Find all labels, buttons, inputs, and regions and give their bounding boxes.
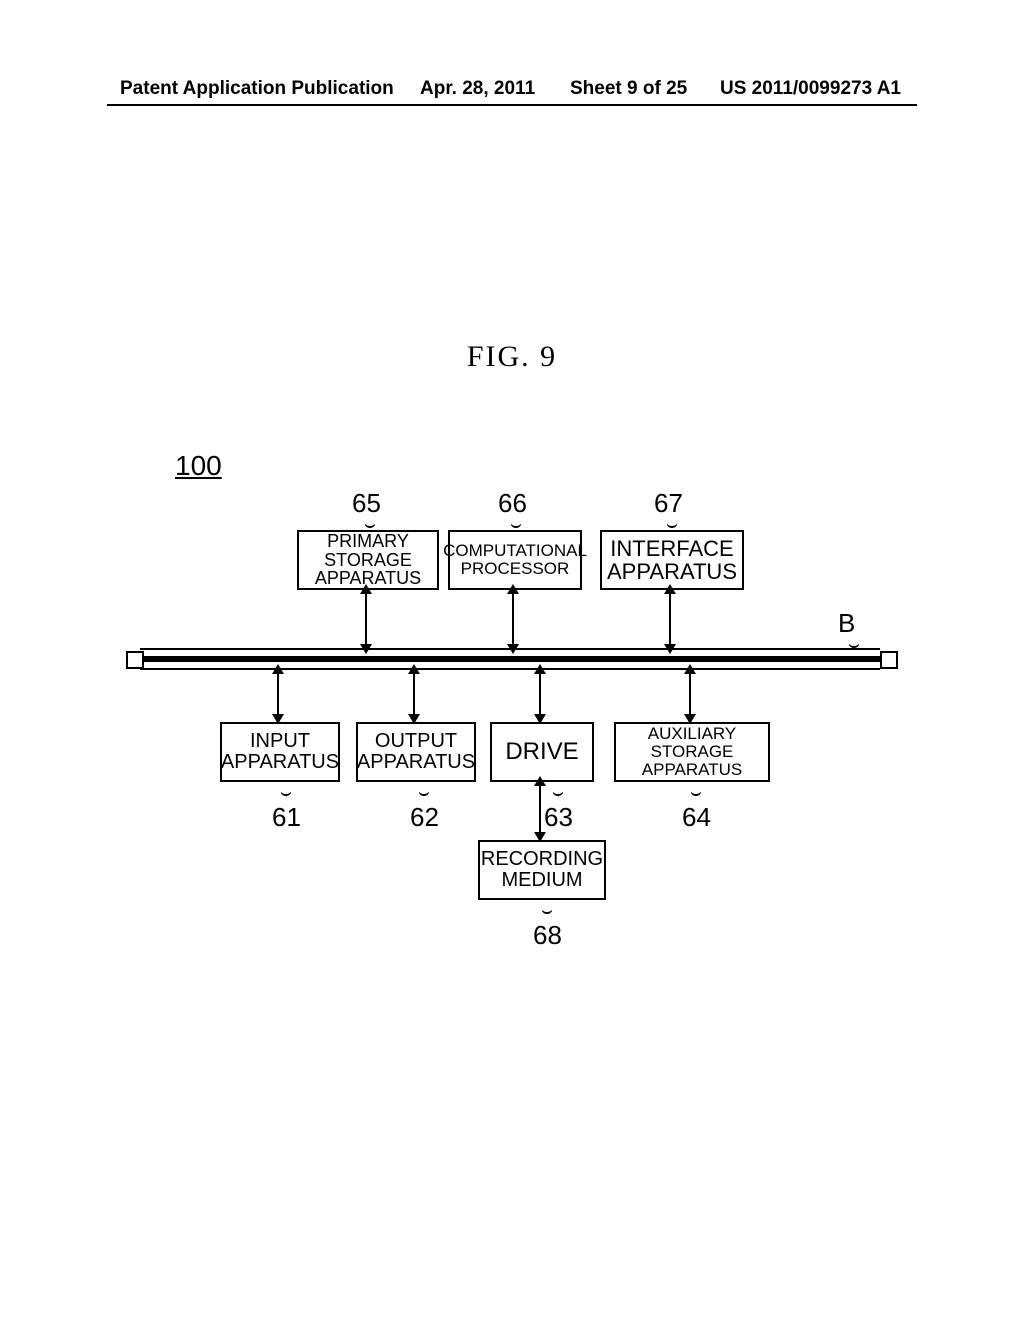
header-rule (107, 104, 917, 106)
figure-title: FIG. 9 (0, 340, 1024, 374)
block-interface-apparatus: INTERFACE APPARATUS (600, 530, 744, 590)
header-code: US 2011/0099273 A1 (720, 78, 901, 100)
block-label: DRIVE (505, 739, 578, 764)
arrow-icon (365, 592, 367, 646)
arrow-icon (512, 592, 514, 646)
block-diagram: 65 ⌣ 66 ⌣ 67 ⌣ PRIMARY STORAGE APPARATUS… (120, 440, 900, 940)
arrow-icon (539, 672, 541, 716)
header-sheet: Sheet 9 of 25 (570, 78, 687, 100)
arrow-icon (539, 784, 541, 834)
bus-line (140, 656, 880, 662)
block-label: APPARATUS (221, 752, 339, 773)
arrow-icon (277, 672, 279, 716)
block-computational-processor: COMPUTATIONAL PROCESSOR (448, 530, 582, 590)
block-label: RECORDING (481, 849, 603, 870)
block-label: MEDIUM (501, 870, 582, 891)
arrow-icon (413, 672, 415, 716)
block-input-apparatus: INPUT APPARATUS (220, 722, 340, 782)
arrow-icon (669, 592, 671, 646)
bus-terminator-icon (880, 651, 898, 669)
block-label: APPARATUS (642, 761, 742, 779)
header-date: Apr. 28, 2011 (420, 78, 535, 100)
block-label: APPARATUS (607, 560, 737, 583)
arrow-icon (689, 672, 691, 716)
ref-68: 68 (533, 920, 562, 951)
block-output-apparatus: OUTPUT APPARATUS (356, 722, 476, 782)
block-label: OUTPUT (375, 731, 457, 752)
block-label: PROCESSOR (461, 560, 570, 578)
block-auxiliary-storage: AUXILIARY STORAGE APPARATUS (614, 722, 770, 782)
bus-line (140, 668, 880, 670)
block-label: COMPUTATIONAL (443, 542, 587, 560)
block-label: APPARATUS (357, 752, 475, 773)
ref-hook-icon: ⌣ (848, 631, 860, 658)
block-primary-storage: PRIMARY STORAGE APPARATUS (297, 530, 439, 590)
ref-63: 63 (544, 802, 573, 833)
block-label: AUXILIARY STORAGE (616, 725, 768, 761)
ref-62: 62 (410, 802, 439, 833)
block-label: PRIMARY STORAGE (299, 532, 437, 570)
block-label: INPUT (250, 731, 310, 752)
header-pub: Patent Application Publication (120, 78, 394, 100)
ref-61: 61 (272, 802, 301, 833)
ref-64: 64 (682, 802, 711, 833)
block-recording-medium: RECORDING MEDIUM (478, 840, 606, 900)
block-drive: DRIVE (490, 722, 594, 782)
block-label: INTERFACE (610, 537, 733, 560)
bus-terminator-icon (126, 651, 144, 669)
bus-line (140, 648, 880, 650)
